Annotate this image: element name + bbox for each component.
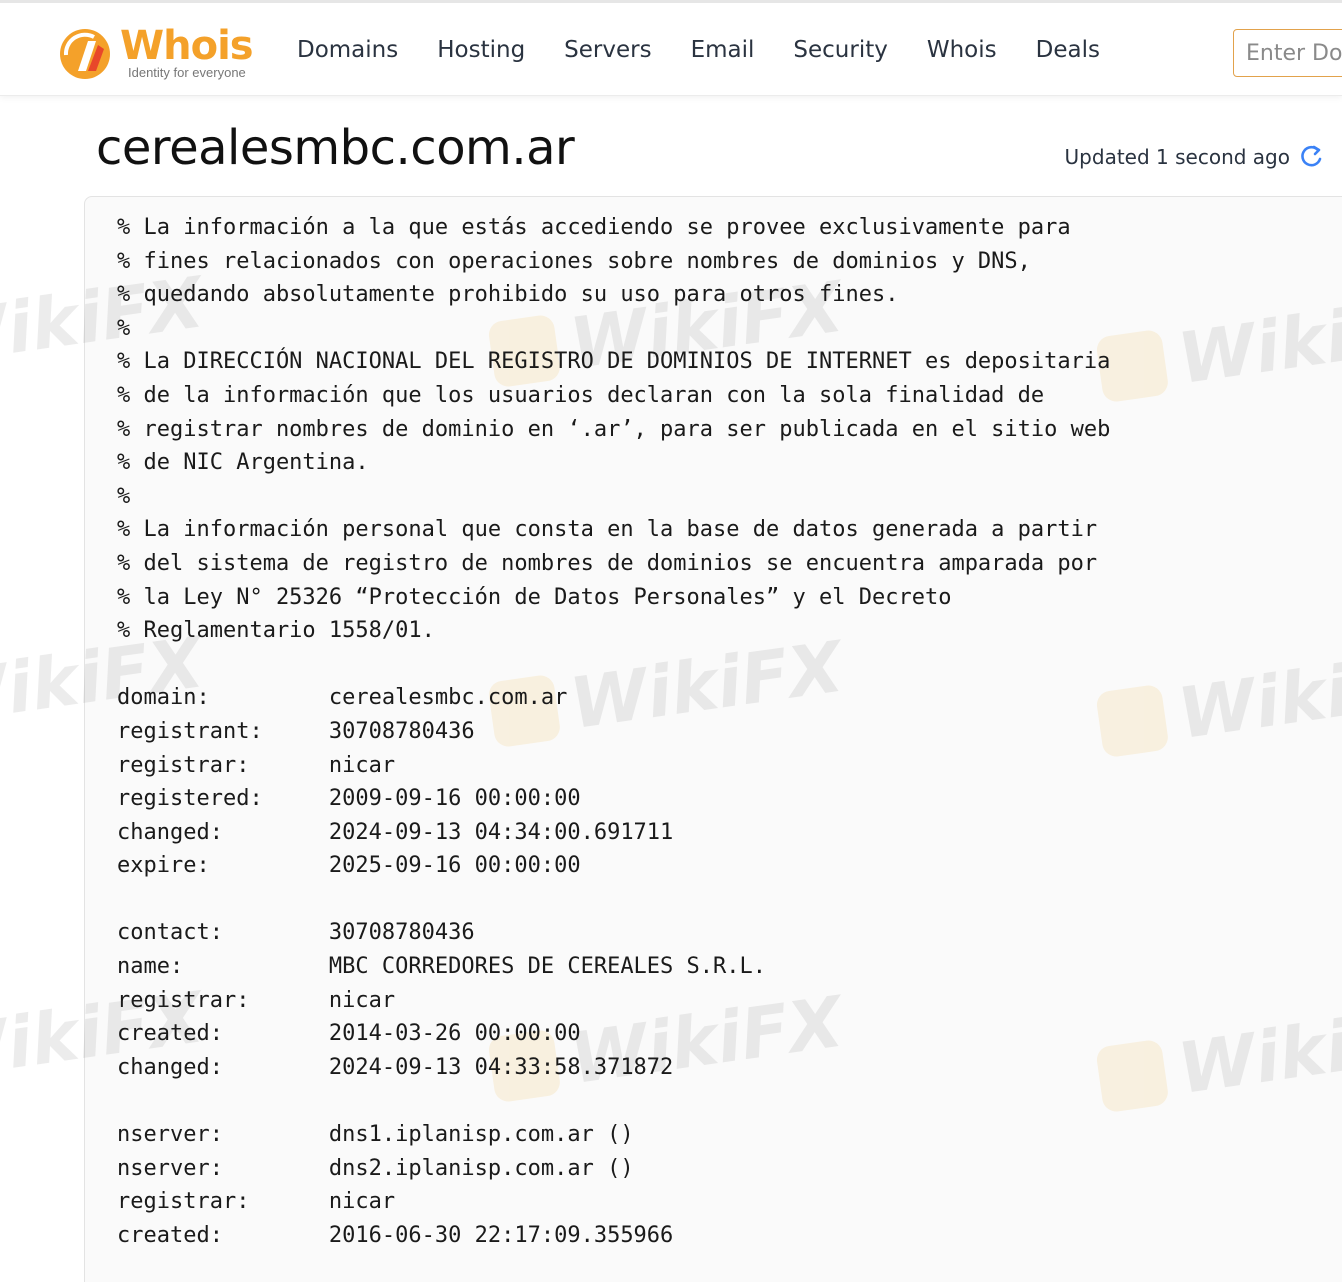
whois-line: registrant: 30708780436 xyxy=(117,718,475,744)
whois-line: domain: cerealesmbc.com.ar xyxy=(117,685,568,711)
whois-line: % xyxy=(117,315,131,341)
logo-text: Whois xyxy=(120,23,254,69)
whois-line: % xyxy=(117,483,131,509)
whois-line: % fines relacionados con operaciones sob… xyxy=(117,248,1031,274)
whois-line: % del sistema de registro de nombres de … xyxy=(117,550,1098,576)
whois-line: nserver: dns1.iplanisp.com.ar () xyxy=(117,1122,634,1148)
whois-line: registered: 2009-09-16 00:00:00 xyxy=(117,786,581,812)
page: Whois Identity for everyone Domains Host… xyxy=(0,0,1342,1282)
whois-line: % La DIRECCIÓN NACIONAL DEL REGISTRO DE … xyxy=(117,349,1111,375)
whois-line: % registrar nombres de dominio en ‘.ar’,… xyxy=(117,416,1111,442)
whois-line: changed: 2024-09-13 04:33:58.371872 xyxy=(117,1054,674,1080)
whois-line: created: 2014-03-26 00:00:00 xyxy=(117,1021,581,1047)
whois-raw-text: % La información a la que estás accedien… xyxy=(117,211,1110,1252)
whois-line: % Reglamentario 1558/01. xyxy=(117,618,435,644)
nav-domains[interactable]: Domains xyxy=(297,37,398,63)
updated-text: Updated 1 second ago xyxy=(1064,145,1290,169)
whois-line: % quedando absolutamente prohibido su us… xyxy=(117,282,899,308)
whois-line: name: MBC CORREDORES DE CEREALES S.R.L. xyxy=(117,954,767,980)
domain-search-input[interactable] xyxy=(1233,29,1342,77)
nav-servers[interactable]: Servers xyxy=(564,37,651,63)
whois-line: expire: 2025-09-16 00:00:00 xyxy=(117,853,581,879)
nav-hosting[interactable]: Hosting xyxy=(437,37,525,63)
nav-deals[interactable]: Deals xyxy=(1036,37,1100,63)
logo-mark-icon xyxy=(60,29,110,79)
main-nav: Domains Hosting Servers Email Security W… xyxy=(297,37,1139,63)
whois-line: registrar: nicar xyxy=(117,1189,396,1215)
whois-line: % de NIC Argentina. xyxy=(117,450,369,476)
refresh-icon[interactable] xyxy=(1298,144,1324,170)
whois-line: % la Ley N° 25326 “Protección de Datos P… xyxy=(117,584,952,610)
whois-line: % de la información que los usuarios dec… xyxy=(117,382,1045,408)
updated-status: Updated 1 second ago xyxy=(1065,144,1324,170)
page-title: cerealesmbc.com.ar xyxy=(96,120,575,176)
whois-line: registrar: nicar xyxy=(117,987,396,1013)
whois-line: created: 2016-06-30 22:17:09.355966 xyxy=(117,1222,674,1248)
nav-security[interactable]: Security xyxy=(793,37,887,63)
whois-line: contact: 30708780436 xyxy=(117,920,475,946)
site-logo[interactable]: Whois Identity for everyone xyxy=(58,23,258,83)
whois-line: changed: 2024-09-13 04:34:00.691711 xyxy=(117,819,674,845)
whois-line: registrar: nicar xyxy=(117,752,396,778)
whois-line: % La información personal que consta en … xyxy=(117,517,1098,543)
whois-line: nserver: dns2.iplanisp.com.ar () xyxy=(117,1155,634,1181)
nav-email[interactable]: Email xyxy=(691,37,755,63)
site-header: Whois Identity for everyone Domains Host… xyxy=(0,0,1342,96)
whois-line: % La información a la que estás accedien… xyxy=(117,215,1071,240)
logo-tagline: Identity for everyone xyxy=(128,65,246,80)
nav-whois[interactable]: Whois xyxy=(927,37,997,63)
